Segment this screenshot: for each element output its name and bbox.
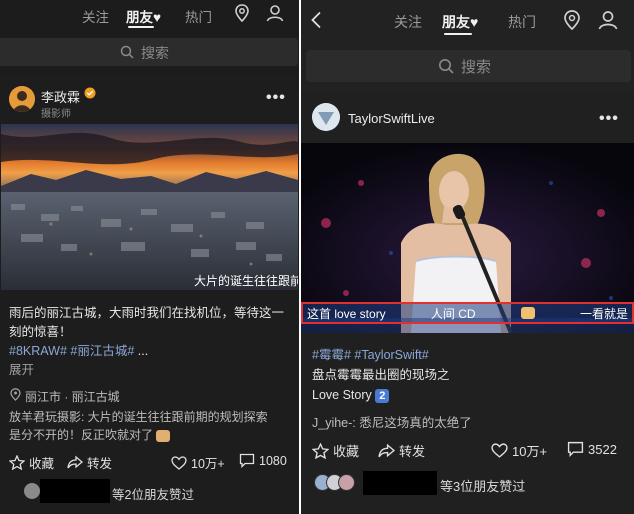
star-icon [9, 455, 25, 470]
comment-button[interactable]: 3522 [567, 441, 617, 457]
more-options-button[interactable]: ••• [599, 110, 619, 128]
thumbs-up-icon [520, 307, 535, 319]
like-count: 10万+ [512, 444, 548, 459]
search-icon [439, 59, 454, 74]
post-username[interactable]: 李政霖 [41, 87, 80, 106]
tab-hot[interactable]: 热门 [185, 6, 212, 26]
right-screenshot: 关注 朋友♥ 热门 搜索 TaylorSwiftLive ••• 这首 love… [301, 0, 634, 514]
location-pin-icon[interactable] [563, 10, 581, 30]
top-nav: 关注 朋友♥ 热门 [301, 0, 634, 42]
collect-label: 收藏 [333, 444, 360, 459]
search-icon [120, 45, 134, 59]
back-arrow-icon[interactable] [310, 11, 322, 29]
post-card: TaylorSwiftLive ••• 这首 love story 人间 CD … [301, 92, 634, 514]
share-button[interactable]: 转发 [378, 441, 425, 460]
comment-text: 大片的诞生往往跟前期的规划探索 [84, 410, 268, 424]
comment-text: 是分不开的！反正吹就对了 [9, 428, 154, 442]
profile-icon[interactable] [266, 4, 284, 22]
share-icon [378, 443, 395, 457]
top-comment: 放羊君玩摄影: 大片的诞生往往跟前期的规划探索 是分不开的！反正吹就对了 [9, 408, 294, 444]
tab-hot[interactable]: 热门 [508, 12, 536, 32]
keycap-emoji: 2 [375, 389, 390, 403]
comment-text: 悉尼这场真的太绝了 [355, 416, 472, 430]
like-button[interactable]: 10万+ [171, 453, 225, 472]
top-nav: 关注 朋友♥ 热门 [0, 0, 299, 34]
top-comment: J_yihe-: 悉尼这场真的太绝了 [312, 412, 472, 431]
redacted-name-block [40, 479, 110, 503]
landscape-photo-icon [1, 124, 298, 290]
collect-label: 收藏 [29, 457, 55, 471]
friends-liked-text[interactable]: 等3位朋友赞过 [440, 476, 525, 495]
tab-friends-label: 朋友 [442, 14, 470, 30]
danmaku-text: 人间 CD [430, 306, 476, 321]
tab-follow[interactable]: 关注 [82, 6, 109, 26]
comment-author[interactable]: J_yihe-: [312, 416, 356, 430]
comment-author[interactable]: 放羊君玩摄影: [9, 410, 84, 424]
active-tab-underline [444, 33, 472, 35]
avatar[interactable] [312, 103, 340, 131]
search-bar[interactable]: 搜索 [0, 38, 298, 66]
post-text-line: 刻的惊喜！ [9, 325, 72, 339]
search-bar[interactable]: 搜索 [306, 50, 631, 82]
post-card: 李政霖 摄影师 ••• 大片的诞生往往跟前 雨后的丽江古城，大雨时我们在找机位，… [0, 75, 299, 514]
more-options-button[interactable]: ••• [266, 89, 286, 107]
post-user-role: 摄影师 [41, 109, 71, 120]
share-label: 转发 [399, 444, 426, 459]
image-caption: 大片的诞生往往跟前 [194, 274, 298, 288]
share-icon [67, 455, 83, 469]
tab-friends-label: 朋友 [126, 10, 153, 25]
post-text-line: Love Story [312, 388, 372, 402]
tab-friends[interactable]: 朋友♥ [442, 12, 478, 32]
comment-icon [239, 453, 255, 468]
left-screenshot: 关注 朋友♥ 热门 搜索 李政霖 摄影师 ••• 大片的诞生往往跟前 雨后的丽江… [0, 0, 299, 514]
hashtag-link[interactable]: #TaylorSwift# [354, 348, 428, 362]
comment-count: 1080 [259, 453, 287, 468]
like-count: 10万+ [191, 457, 225, 471]
redacted-name-block [363, 471, 437, 495]
location-link[interactable]: 丽江市 · 丽江古城 [25, 388, 120, 405]
friend-avatar[interactable] [24, 483, 40, 499]
star-icon [312, 442, 329, 459]
danmaku-text: 这首 love story [307, 306, 386, 321]
post-text-line: 雨后的丽江古城，大雨时我们在找机位，等待这一 [9, 306, 285, 320]
hashtag-link[interactable]: #霉霉# [312, 348, 351, 362]
friends-liked-text[interactable]: 等2位朋友赞过 [112, 484, 194, 503]
collect-button[interactable]: 收藏 [9, 453, 54, 472]
verified-badge-icon [84, 87, 96, 99]
danmaku-text: 一看就是 [579, 306, 628, 321]
search-placeholder: 搜索 [141, 45, 169, 61]
post-image[interactable]: 大片的诞生往往跟前 [1, 124, 298, 290]
collect-button[interactable]: 收藏 [312, 441, 359, 460]
share-label: 转发 [87, 457, 113, 471]
post-username[interactable]: TaylorSwiftLive [348, 111, 435, 126]
location-pin-icon [10, 388, 21, 401]
tab-follow[interactable]: 关注 [394, 12, 422, 32]
emoji-icon [156, 429, 171, 442]
comment-button[interactable]: 1080 [239, 453, 287, 468]
heart-icon [491, 443, 508, 458]
share-button[interactable]: 转发 [67, 453, 112, 472]
post-body: #霉霉# #TaylorSwift# 盘点霉霉最出圈的现场之 Love Stor… [312, 345, 627, 405]
comment-count: 3522 [588, 441, 617, 457]
profile-icon[interactable] [598, 10, 618, 30]
ellipsis: ... [137, 344, 149, 358]
heart-icon [171, 455, 187, 470]
comment-icon [567, 441, 584, 457]
expand-link[interactable]: 展开 [9, 361, 294, 380]
highlighted-danmaku-bar: 这首 love story 人间 CD 一看就是 [301, 302, 634, 324]
like-button[interactable]: 10万+ [491, 441, 547, 460]
active-tab-underline [128, 26, 154, 28]
search-placeholder: 搜索 [461, 59, 492, 76]
hashtag-link[interactable]: #8KRAW# [9, 344, 67, 358]
post-body: 雨后的丽江古城，大雨时我们在找机位，等待这一 刻的惊喜！ #8KRAW# #丽江… [9, 304, 294, 380]
avatar-logo-icon [312, 103, 340, 131]
location-pin-icon[interactable] [234, 4, 250, 22]
friend-avatar[interactable] [338, 474, 355, 491]
avatar[interactable] [9, 86, 35, 112]
post-text-line: 盘点霉霉最出圈的现场之 [312, 368, 450, 382]
avatar-silhouette-icon [9, 86, 35, 112]
hashtag-link[interactable]: #丽江古城# [70, 344, 134, 358]
tab-friends[interactable]: 朋友♥ [126, 6, 161, 26]
